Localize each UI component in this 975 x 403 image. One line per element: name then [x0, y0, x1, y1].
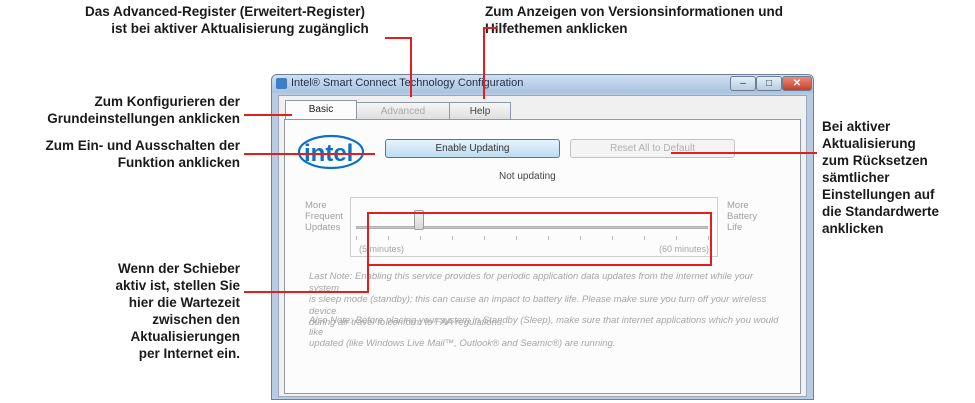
window-title: Intel® Smart Connect Technology Configur… [291, 77, 524, 89]
enable-updating-button[interactable]: Enable Updating [385, 139, 560, 158]
leader-advanced-v [410, 37, 412, 97]
leader-enable [244, 153, 375, 155]
update-interval-slider: (5 minutes) (60 minutes) [350, 197, 718, 257]
slider-min-label: (5 minutes) [359, 244, 405, 254]
slider-tick [516, 236, 517, 240]
maximize-button[interactable]: □ [756, 76, 782, 91]
slider-tick [420, 236, 421, 240]
slider-tick [580, 236, 581, 240]
slider-tick [548, 236, 549, 240]
minimize-button[interactable]: – [730, 76, 756, 91]
app-icon [276, 78, 287, 89]
app-window: Intel® Smart Connect Technology Configur… [271, 74, 814, 400]
callout-slider: Wenn der Schieber aktiv ist, stellen Sie… [115, 261, 240, 361]
slider-tick [484, 236, 485, 240]
slider-tick [708, 236, 709, 240]
slider-tick [612, 236, 613, 240]
callout-reset-button: Bei aktiver Aktualisierung zum Rücksetze… [822, 119, 940, 236]
leader-reset [671, 152, 817, 154]
tab-basic[interactable]: Basic [285, 100, 357, 120]
slider-track[interactable] [356, 226, 708, 229]
close-button[interactable]: ✕ [782, 76, 812, 91]
callout-advanced-tab: Das Advanced-Register (Erweitert-Registe… [84, 4, 369, 36]
slider-tick [644, 236, 645, 240]
slider-right-label: More Battery Life [727, 200, 758, 233]
basic-panel: intel Enable Updating Reset All to Defau… [284, 119, 801, 394]
leader-slider [244, 291, 368, 293]
callout-basic-tab: Zum Konfigurieren der Grundeinstellungen… [47, 94, 240, 126]
slider-highlight-right [710, 212, 712, 266]
slider-max-label: (60 minutes) [658, 244, 709, 254]
slider-tick [676, 236, 677, 240]
slider-left-label: More Frequent Updates [305, 200, 344, 233]
callout-help-tab: Zum Anzeigen von Versionsinformationen u… [485, 4, 784, 36]
update-status: Not updating [499, 171, 556, 182]
leader-basic [244, 114, 292, 116]
callout-enable-button: Zum Ein- und Ausschalten der Funktion an… [45, 138, 240, 170]
reset-all-button[interactable]: Reset All to Default [570, 139, 735, 158]
tab-help[interactable]: Help [449, 102, 511, 120]
slider-highlight-box [367, 212, 369, 293]
slider-tick [452, 236, 453, 240]
slider-highlight-bottom [367, 264, 712, 266]
leader-help-h [483, 27, 497, 29]
client-area: Basic Advanced Help intel Enable Updatin… [278, 95, 807, 397]
slider-tick [356, 236, 357, 240]
leader-help-v [483, 27, 485, 99]
title-bar: Intel® Smart Connect Technology Configur… [272, 75, 813, 93]
note-standby: Also Note: Before placing your system in… [309, 315, 779, 349]
tab-advanced[interactable]: Advanced [356, 102, 450, 120]
slider-tick [388, 236, 389, 240]
slider-highlight-top [367, 212, 712, 214]
intel-logo: intel [297, 134, 365, 170]
leader-advanced-h [385, 37, 412, 39]
